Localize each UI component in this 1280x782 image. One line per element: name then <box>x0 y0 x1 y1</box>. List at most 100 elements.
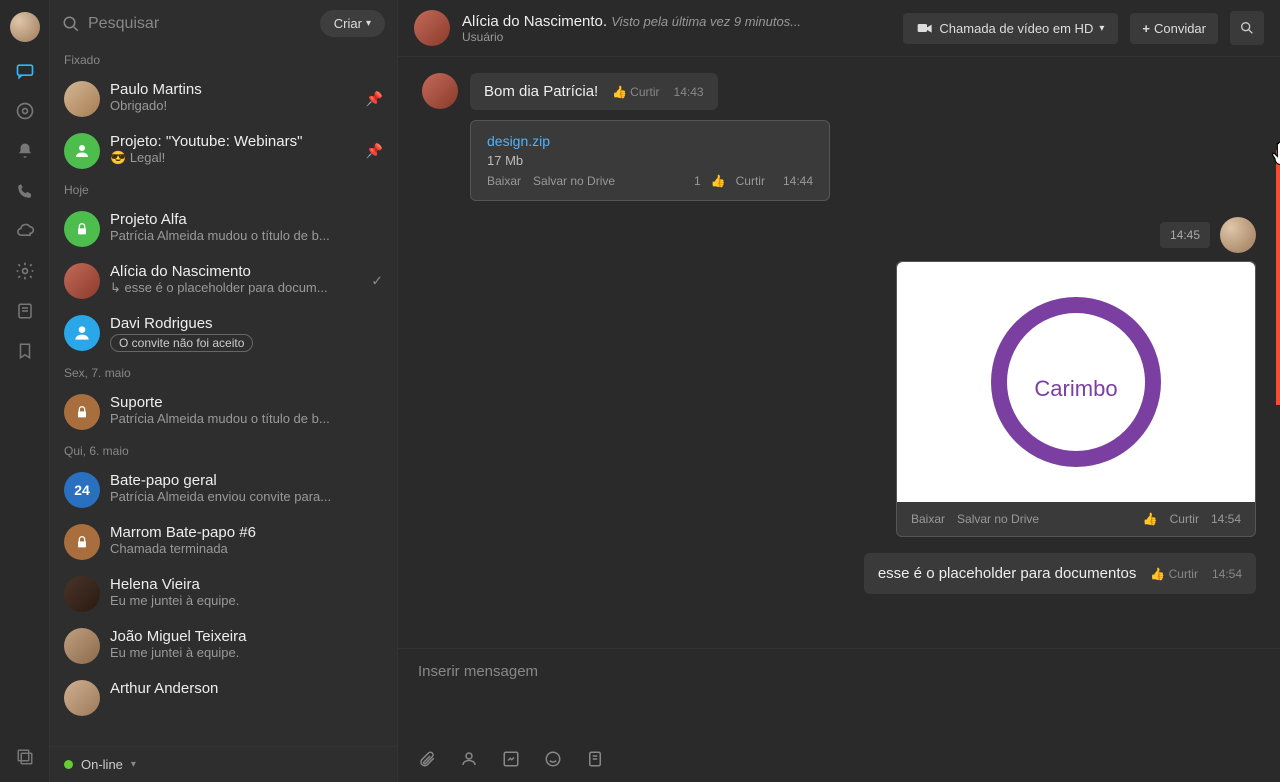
image-preview[interactable]: Carimbo <box>897 262 1255 502</box>
like-button[interactable]: Curtir <box>736 174 765 188</box>
pin-icon: 📌 <box>366 91 383 108</box>
composer-placeholder: Inserir mensagem <box>418 663 1260 680</box>
msg-avatar[interactable] <box>422 73 458 109</box>
msg-bubble[interactable]: esse é o placeholder para documentos 👍 C… <box>864 553 1256 594</box>
avatar <box>64 81 100 117</box>
bookmark-icon[interactable] <box>14 340 36 362</box>
item-title: Paulo Martins <box>110 81 383 98</box>
status-row[interactable]: On-line ▾ <box>50 746 397 782</box>
list-item[interactable]: Marrom Bate-papo #6Chamada terminada <box>50 516 397 568</box>
item-title: Helena Vieira <box>110 576 383 593</box>
create-button[interactable]: Criar ▾ <box>320 10 385 37</box>
chat-header: Alícia do Nascimento. Visto pela última … <box>398 0 1280 57</box>
item-sub: Chamada terminada <box>110 541 383 556</box>
message: Bom dia Patrícia! 👍 Curtir 14:43 <box>422 73 1256 110</box>
like-button[interactable]: Curtir <box>1170 512 1199 526</box>
bell-icon[interactable] <box>14 140 36 162</box>
list-item[interactable]: João Miguel TeixeiraEu me juntei à equip… <box>50 620 397 672</box>
image-label: Carimbo <box>1034 376 1117 402</box>
like-button[interactable]: 👍 Curtir <box>612 85 659 99</box>
msg-time: 14:44 <box>783 174 813 188</box>
msg-time: 14:54 <box>1212 567 1242 581</box>
search-placeholder: Pesquisar <box>88 15 159 33</box>
windows-icon[interactable] <box>14 746 36 768</box>
phone-icon[interactable] <box>14 180 36 202</box>
save-drive-link[interactable]: Salvar no Drive <box>533 174 615 188</box>
item-sub: 😎 Legal! <box>110 150 383 166</box>
msg-avatar[interactable] <box>1220 217 1256 253</box>
list-item[interactable]: Arthur Anderson <box>50 672 397 724</box>
item-title: João Miguel Teixeira <box>110 628 383 645</box>
online-dot-icon <box>64 760 73 769</box>
like-button[interactable]: 👍 Curtir <box>1150 567 1198 581</box>
avatar <box>64 263 100 299</box>
lock-icon <box>64 524 100 560</box>
msg-text: Bom dia Patrícia! <box>484 83 598 100</box>
invite-chip: O convite não foi aceito <box>110 334 253 352</box>
list-item[interactable]: Projeto AlfaPatrícia Almeida mudou o tít… <box>50 203 397 255</box>
cloud-icon[interactable] <box>14 220 36 242</box>
msg-bubble[interactable]: Bom dia Patrícia! 👍 Curtir 14:43 <box>470 73 718 110</box>
status-label: On-line <box>81 757 123 772</box>
emoji-icon[interactable] <box>544 750 562 768</box>
item-sub: Patrícia Almeida mudou o título de b... <box>110 411 383 426</box>
chat-avatar[interactable] <box>414 10 450 46</box>
msg-time: 14:45 <box>1160 222 1210 248</box>
nav-rail <box>0 0 50 782</box>
section-thu: Qui, 6. maio <box>50 438 397 464</box>
composer[interactable]: Inserir mensagem <box>398 648 1280 782</box>
file-attachment[interactable]: design.zip 17 Mb Baixar Salvar no Drive … <box>470 120 830 201</box>
gear-icon[interactable] <box>14 260 36 282</box>
item-title: Bate-papo geral <box>110 472 383 489</box>
list-item[interactable]: 24 Bate-papo geralPatrícia Almeida envio… <box>50 464 397 516</box>
image-attachment[interactable]: Carimbo Baixar Salvar no Drive 👍 Curtir … <box>896 261 1256 537</box>
search-icon <box>62 15 80 33</box>
lock-icon <box>64 394 100 430</box>
msg-time: 14:43 <box>674 85 704 99</box>
mentions-icon[interactable] <box>14 100 36 122</box>
list-item[interactable]: Paulo MartinsObrigado! 📌 <box>50 73 397 125</box>
item-sub: Patrícia Almeida mudou o título de b... <box>110 228 383 243</box>
chat-pane: Alícia do Nascimento. Visto pela última … <box>398 0 1280 782</box>
save-drive-link[interactable]: Salvar no Drive <box>957 512 1039 526</box>
edit-icon[interactable] <box>502 750 520 768</box>
search-chat-button[interactable] <box>1230 11 1264 45</box>
item-sub: Eu me juntei à equipe. <box>110 593 383 608</box>
mention-icon[interactable] <box>460 750 478 768</box>
item-sub: Eu me juntei à equipe. <box>110 645 383 660</box>
item-title: Suporte <box>110 394 383 411</box>
section-fri: Sex, 7. maio <box>50 360 397 386</box>
attach-icon[interactable] <box>418 750 436 768</box>
chat-icon[interactable] <box>14 60 36 82</box>
download-link[interactable]: Baixar <box>487 174 521 188</box>
file-size: 17 Mb <box>487 153 813 168</box>
list-item[interactable]: Helena VieiraEu me juntei à equipe. <box>50 568 397 620</box>
camera-icon <box>917 22 933 34</box>
self-avatar[interactable] <box>10 12 40 42</box>
item-sub: Obrigado! <box>110 98 383 113</box>
lock-icon <box>64 211 100 247</box>
list-item[interactable]: SuportePatrícia Almeida mudou o título d… <box>50 386 397 438</box>
section-today: Hoje <box>50 177 397 203</box>
calendar-icon: 24 <box>64 472 100 508</box>
item-sub: Patrícia Almeida enviou convite para... <box>110 489 383 504</box>
note-icon[interactable] <box>14 300 36 322</box>
file-name[interactable]: design.zip <box>487 133 813 149</box>
list-item[interactable]: Alícia do Nascimento↳ esse é o placehold… <box>50 255 397 307</box>
list-item[interactable]: Projeto: "Youtube: Webinars"😎 Legal! 📌 <box>50 125 397 177</box>
video-call-button[interactable]: Chamada de vídeo em HD ▾ <box>903 13 1118 44</box>
context-menu: Copiar arquivo Marcar como não lida Cita… <box>1276 150 1280 405</box>
avatar <box>64 133 100 169</box>
search-input[interactable]: Pesquisar <box>62 15 310 33</box>
invite-button[interactable]: + Convidar <box>1130 13 1218 44</box>
list-item[interactable]: Davi Rodrigues O convite não foi aceito <box>50 307 397 360</box>
sidebar: Pesquisar Criar ▾ Fixado Paulo MartinsOb… <box>50 0 398 782</box>
pin-icon: 📌 <box>366 143 383 160</box>
item-title: Marrom Bate-papo #6 <box>110 524 383 541</box>
chat-list: Fixado Paulo MartinsObrigado! 📌 Projeto:… <box>50 47 397 746</box>
download-link[interactable]: Baixar <box>911 512 945 526</box>
item-title: Davi Rodrigues <box>110 315 383 332</box>
like-count: 1 <box>694 174 701 188</box>
record-icon[interactable] <box>586 750 604 768</box>
avatar <box>64 576 100 612</box>
